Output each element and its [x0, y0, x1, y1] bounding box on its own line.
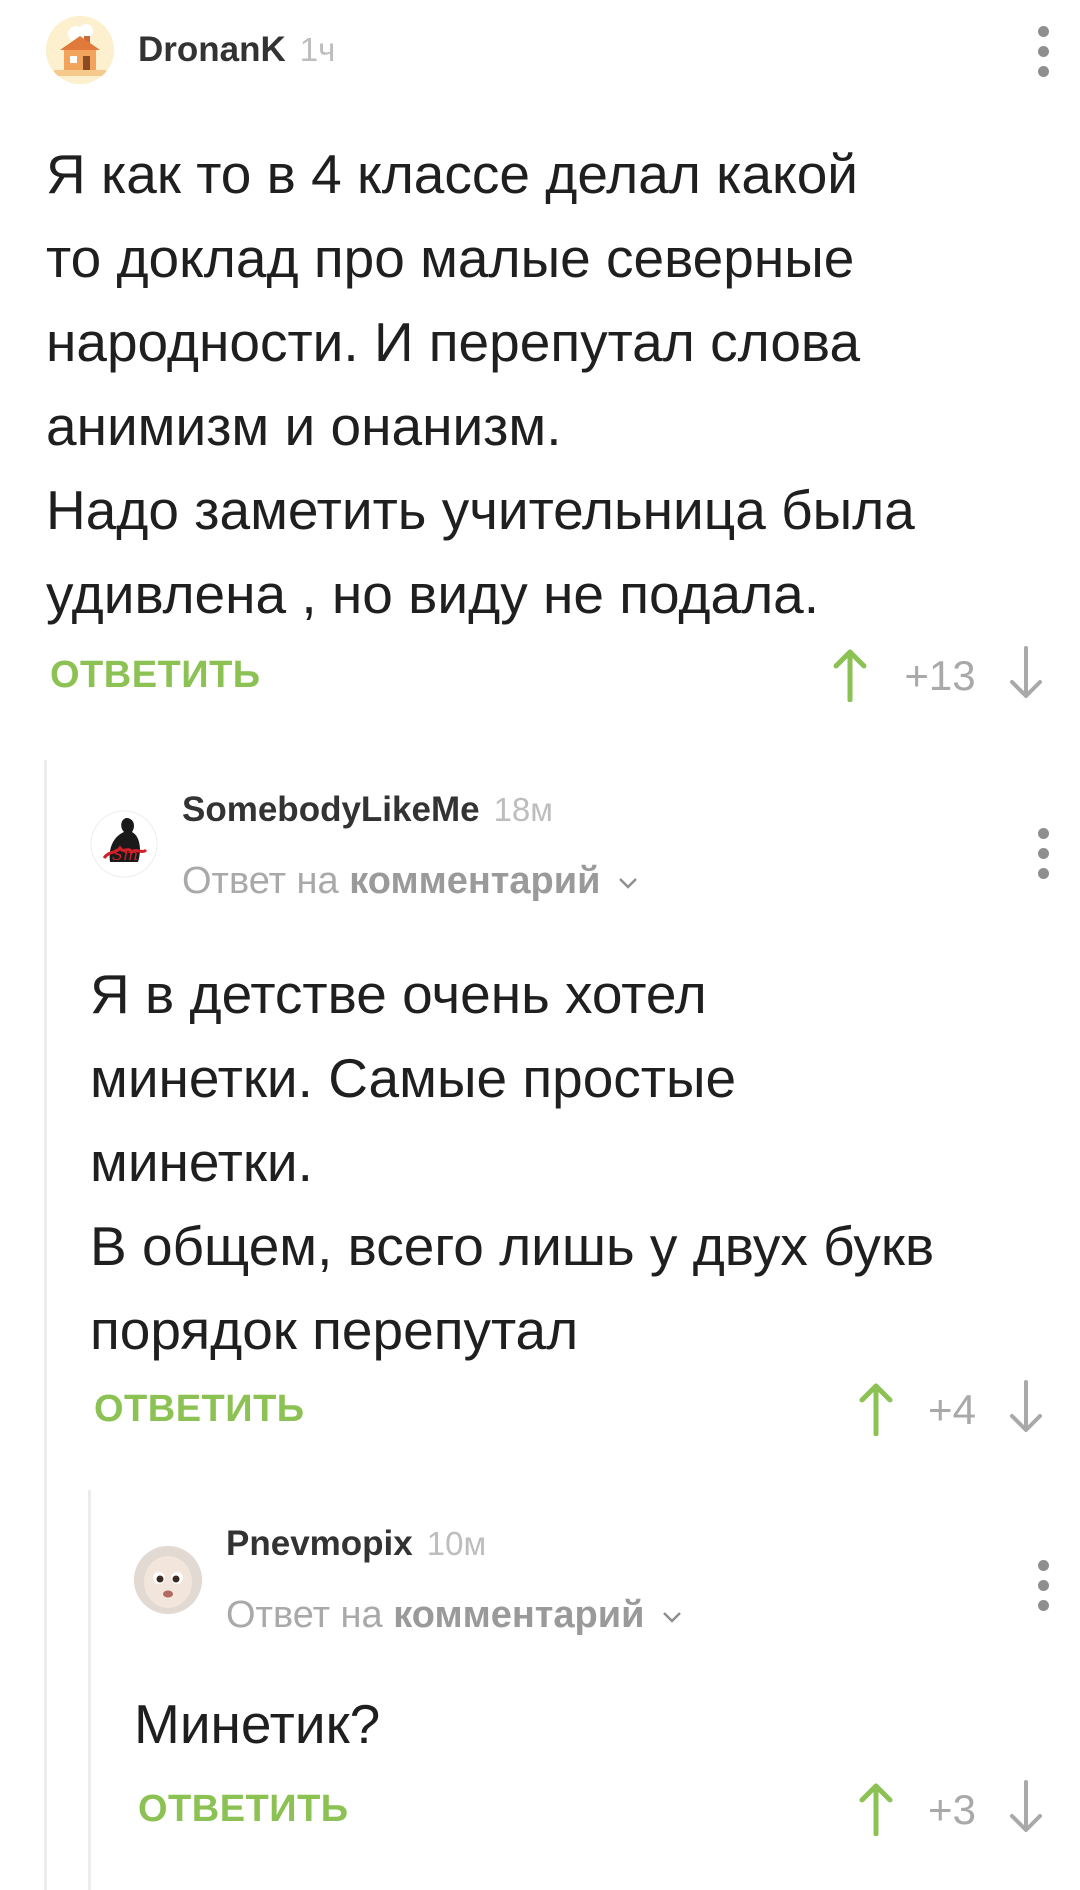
author-label[interactable]: Pnevmopix — [226, 1524, 413, 1563]
more-vert-icon[interactable] — [1028, 824, 1058, 884]
reply-button[interactable]: ОТВЕТИТЬ — [138, 1788, 349, 1831]
downvote-arrow-icon[interactable] — [1006, 646, 1046, 702]
author-label[interactable]: SomebodyLikeMe — [182, 790, 480, 829]
vote-score: +13 — [904, 652, 976, 699]
author-name[interactable]: DronanK 1ч — [138, 30, 335, 70]
avatar[interactable] — [134, 1546, 202, 1614]
vote-block: +4 — [856, 1380, 1060, 1440]
comment-time: 1ч — [299, 31, 336, 68]
avatar-silhouette-logo: Sm — [90, 810, 158, 878]
chevron-down-icon[interactable] — [661, 1610, 683, 1624]
avatar[interactable] — [46, 16, 114, 84]
upvote-arrow-icon[interactable] — [856, 1780, 896, 1836]
comment-pnevmopix: Pnevmopix 10м Ответ на комментарий Минети… — [0, 1490, 1080, 1890]
downvote-arrow-icon[interactable] — [1006, 1380, 1046, 1436]
reply-button[interactable]: ОТВЕТИТЬ — [50, 654, 261, 697]
comment-text: Минетик? — [134, 1693, 381, 1755]
downvote-arrow-icon[interactable] — [1006, 1780, 1046, 1836]
comment-text: Я в детстве очень хотел минетки. Самые п… — [90, 963, 935, 1361]
reply-button[interactable]: ОТВЕТИТЬ — [94, 1388, 305, 1431]
vote-score: +3 — [928, 1786, 976, 1833]
upvote-arrow-icon[interactable] — [830, 646, 870, 702]
more-vert-icon[interactable] — [1028, 1556, 1058, 1616]
reply-to-line: Ответ на комментарий — [226, 1594, 683, 1637]
reply-to-prefix: Ответ на — [182, 860, 339, 902]
vote-block: +3 — [856, 1780, 1060, 1840]
author-label[interactable]: DronanK — [138, 30, 286, 69]
chevron-down-icon[interactable] — [617, 876, 639, 890]
avatar-cartoon-house — [46, 16, 114, 84]
upvote-arrow-icon[interactable] — [856, 1380, 896, 1436]
comment-time: 10м — [426, 1525, 487, 1562]
author-name[interactable]: Pnevmopix 10м — [226, 1524, 486, 1564]
comment-dronank: DronanK 1ч Я как то в 4 классе делал како… — [0, 0, 1080, 720]
more-vert-icon[interactable] — [1028, 22, 1058, 82]
svg-text:Sm: Sm — [112, 845, 138, 864]
avatar[interactable]: Sm — [90, 810, 158, 878]
reply-to-link[interactable]: комментарий — [393, 1594, 644, 1636]
reply-to-line: Ответ на комментарий — [182, 860, 639, 903]
comment-time: 18м — [493, 791, 553, 828]
vote-score: +4 — [928, 1386, 976, 1433]
comment-text: Я как то в 4 классе делал какой то докла… — [46, 143, 915, 625]
vote-block: +13 — [830, 646, 1060, 706]
author-name[interactable]: SomebodyLikeMe 18м — [182, 790, 553, 830]
reply-to-prefix: Ответ на — [226, 1594, 383, 1636]
reply-to-link[interactable]: комментарий — [349, 860, 600, 902]
comment-somebodylikeme: Sm SomebodyLikeMe 18м Ответ на комментари… — [0, 760, 1080, 1460]
avatar-face-photo — [134, 1546, 202, 1614]
